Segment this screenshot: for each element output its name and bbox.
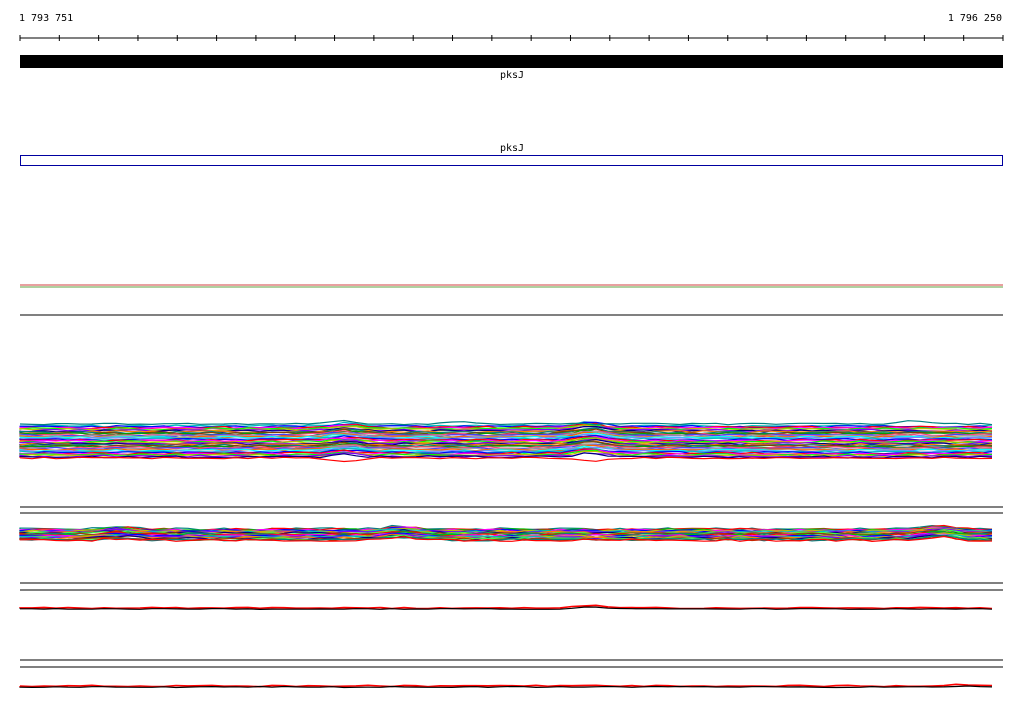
track-plot	[19, 35, 1004, 689]
track-5-series-line	[19, 604, 993, 610]
track-3-series-line	[19, 419, 993, 426]
genome-track-viewer: 1 793 751 1 796 250 pksJ pksJ	[0, 0, 1024, 714]
track-3-series-line	[19, 456, 993, 463]
gene-feature-filled	[20, 55, 1003, 68]
gene-feature-outline	[20, 155, 1003, 166]
